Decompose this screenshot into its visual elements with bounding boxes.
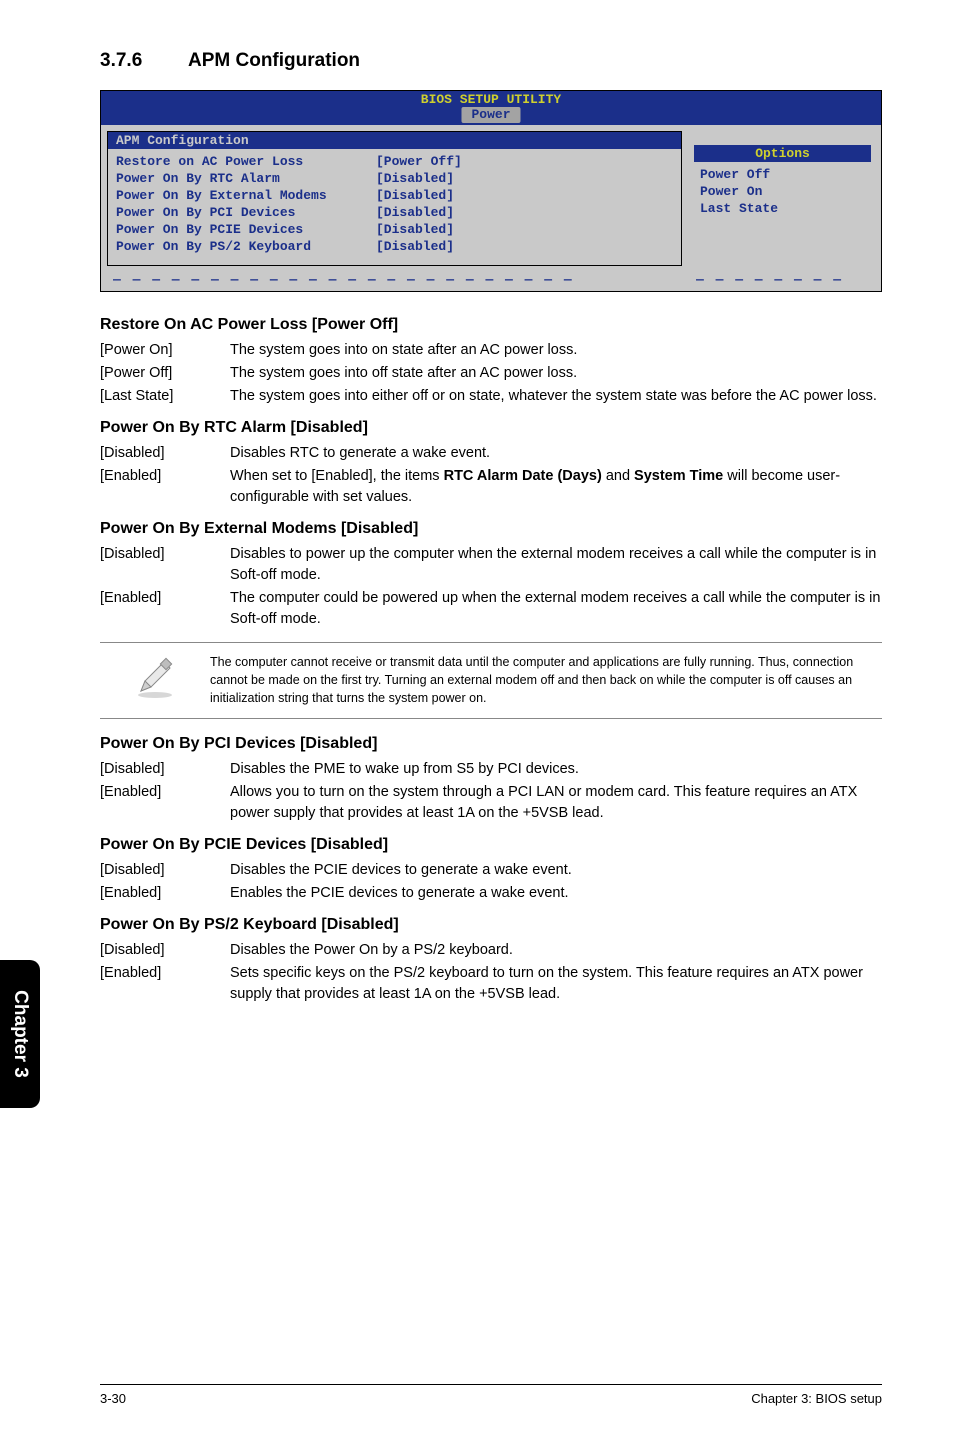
option-label: [Enabled] [100, 963, 230, 1005]
option-text: Allows you to turn on the system through… [230, 782, 882, 824]
bios-label: Power On By RTC Alarm [116, 170, 376, 187]
bios-value: [Disabled] [376, 170, 454, 187]
bios-label: Restore on AC Power Loss [116, 153, 376, 170]
option-text: Disables the PME to wake up from S5 by P… [230, 759, 882, 780]
bios-label: Power On By PS/2 Keyboard [116, 238, 376, 255]
bios-option: Last State [700, 200, 875, 217]
page-number: 3-30 [100, 1391, 126, 1406]
bios-value: [Disabled] [376, 187, 454, 204]
option-label: [Power Off] [100, 363, 230, 384]
heading-pci: Power On By PCI Devices [Disabled] [100, 735, 882, 753]
bios-dashes: — — — — — — — — — — — — — — — — — — — — … [101, 272, 881, 291]
heading-restore-ac: Restore On AC Power Loss [Power Off] [100, 316, 882, 334]
bios-value: [Disabled] [376, 238, 454, 255]
heading-rtc: Power On By RTC Alarm [Disabled] [100, 419, 882, 437]
option-label: [Disabled] [100, 544, 230, 586]
section-name: APM Configuration [188, 50, 360, 71]
section-title: 3.7.6APM Configuration [100, 50, 882, 72]
heading-ps2: Power On By PS/2 Keyboard [Disabled] [100, 916, 882, 934]
section-number: 3.7.6 [100, 50, 188, 72]
option-text: Enables the PCIE devices to generate a w… [230, 883, 882, 904]
bios-options-header: Options [694, 145, 871, 162]
bios-row: Power On By PS/2 Keyboard[Disabled] [116, 238, 673, 255]
bios-panel: BIOS SETUP UTILITY Power APM Configurati… [100, 90, 882, 292]
bios-header: BIOS SETUP UTILITY Power [101, 91, 881, 125]
option-text: The computer could be powered up when th… [230, 588, 882, 630]
option-text: When set to [Enabled], the items RTC Ala… [230, 466, 882, 508]
bios-options-body: Power Off Power On Last State [690, 164, 875, 219]
option-text: The system goes into on state after an A… [230, 340, 882, 361]
bios-option: Power On [700, 183, 875, 200]
heading-ext-modems: Power On By External Modems [Disabled] [100, 520, 882, 538]
bios-right-panel: Options Power Off Power On Last State [690, 131, 875, 266]
option-text: Disables the Power On by a PS/2 keyboard… [230, 940, 882, 961]
option-label: [Enabled] [100, 466, 230, 508]
option-text: The system goes into off state after an … [230, 363, 882, 384]
note-text: The computer cannot receive or transmit … [210, 653, 882, 707]
option-text: Disables to power up the computer when t… [230, 544, 882, 586]
bios-panel-title: APM Configuration [108, 132, 681, 149]
option-text: The system goes into either off or on st… [230, 386, 882, 407]
bios-row: Power On By External Modems[Disabled] [116, 187, 673, 204]
bios-row: Power On By RTC Alarm[Disabled] [116, 170, 673, 187]
bios-row: Restore on AC Power Loss[Power Off] [116, 153, 673, 170]
page-footer: 3-30 Chapter 3: BIOS setup [100, 1384, 882, 1406]
option-text: Disables RTC to generate a wake event. [230, 443, 882, 464]
option-label: [Enabled] [100, 782, 230, 824]
heading-pcie: Power On By PCIE Devices [Disabled] [100, 836, 882, 854]
chapter-side-tab-label: Chapter 3 [9, 990, 31, 1078]
option-label: [Disabled] [100, 443, 230, 464]
option-text: Sets specific keys on the PS/2 keyboard … [230, 963, 882, 1005]
bios-tab-power: Power [461, 107, 520, 123]
chapter-side-tab: Chapter 3 [0, 960, 40, 1108]
bios-label: Power On By External Modems [116, 187, 376, 204]
option-label: [Enabled] [100, 883, 230, 904]
chapter-label: Chapter 3: BIOS setup [751, 1391, 882, 1406]
option-label: [Last State] [100, 386, 230, 407]
bios-row: Power On By PCI Devices[Disabled] [116, 204, 673, 221]
bios-value: [Power Off] [376, 153, 462, 170]
bios-option: Power Off [700, 166, 875, 183]
bios-label: Power On By PCIE Devices [116, 221, 376, 238]
note-block: The computer cannot receive or transmit … [100, 642, 882, 718]
option-label: [Disabled] [100, 940, 230, 961]
bios-row: Power On By PCIE Devices[Disabled] [116, 221, 673, 238]
option-label: [Disabled] [100, 759, 230, 780]
bios-header-title: BIOS SETUP UTILITY [101, 92, 881, 107]
bios-value: [Disabled] [376, 221, 454, 238]
bios-label: Power On By PCI Devices [116, 204, 376, 221]
bios-left-panel: APM Configuration Restore on AC Power Lo… [107, 131, 682, 266]
option-label: [Power On] [100, 340, 230, 361]
option-text: Disables the PCIE devices to generate a … [230, 860, 882, 881]
bios-value: [Disabled] [376, 204, 454, 221]
option-label: [Disabled] [100, 860, 230, 881]
option-label: [Enabled] [100, 588, 230, 630]
pencil-icon [100, 653, 210, 699]
